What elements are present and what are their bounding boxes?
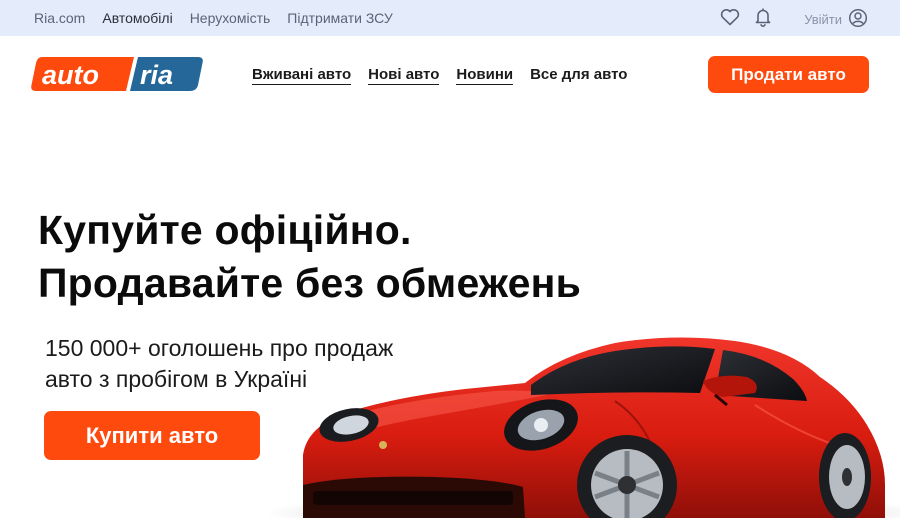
autoria-logo[interactable]: auto ria [30, 55, 204, 93]
login-label: Увійти [804, 12, 842, 27]
top-link-support-zsu[interactable]: Підтримати ЗСУ [287, 10, 392, 26]
top-link-auto[interactable]: Автомобілі [102, 10, 172, 26]
top-utility-bar: Ria.com Автомобілі Нерухомість Підтримат… [0, 0, 900, 36]
buy-car-button[interactable]: Купити авто [44, 411, 260, 460]
top-links: Ria.com Автомобілі Нерухомість Підтримат… [34, 10, 393, 26]
nav-new-cars[interactable]: Нові авто [368, 66, 440, 85]
top-link-ria[interactable]: Ria.com [34, 10, 85, 26]
login-button[interactable]: Увійти [804, 8, 868, 31]
heart-icon[interactable] [720, 8, 740, 31]
hero-title-line2: Продавайте без обмежень [38, 260, 582, 306]
hero-car-image [195, 335, 900, 518]
main-nav: Вживані авто Нові авто Новини Все для ав… [252, 66, 627, 85]
hero-title-line1: Купуйте офіційно. [38, 207, 412, 253]
logo-text-ria: ria [140, 60, 173, 90]
nav-all-for-car[interactable]: Все для авто [530, 66, 627, 85]
bell-icon[interactable] [754, 7, 772, 32]
top-icons: Увійти [720, 7, 868, 32]
user-circle-icon [848, 8, 868, 31]
sell-car-button[interactable]: Продати авто [708, 56, 869, 93]
nav-used-cars[interactable]: Вживані авто [252, 66, 352, 85]
logo-text-auto: auto [42, 60, 99, 90]
nav-news[interactable]: Новини [456, 66, 514, 85]
main-header: auto ria Вживані авто Нові авто Новини В… [0, 36, 900, 112]
hero-title: Купуйте офіційно. Продавайте без обмежен… [38, 204, 581, 310]
top-link-realty[interactable]: Нерухомість [190, 10, 271, 26]
